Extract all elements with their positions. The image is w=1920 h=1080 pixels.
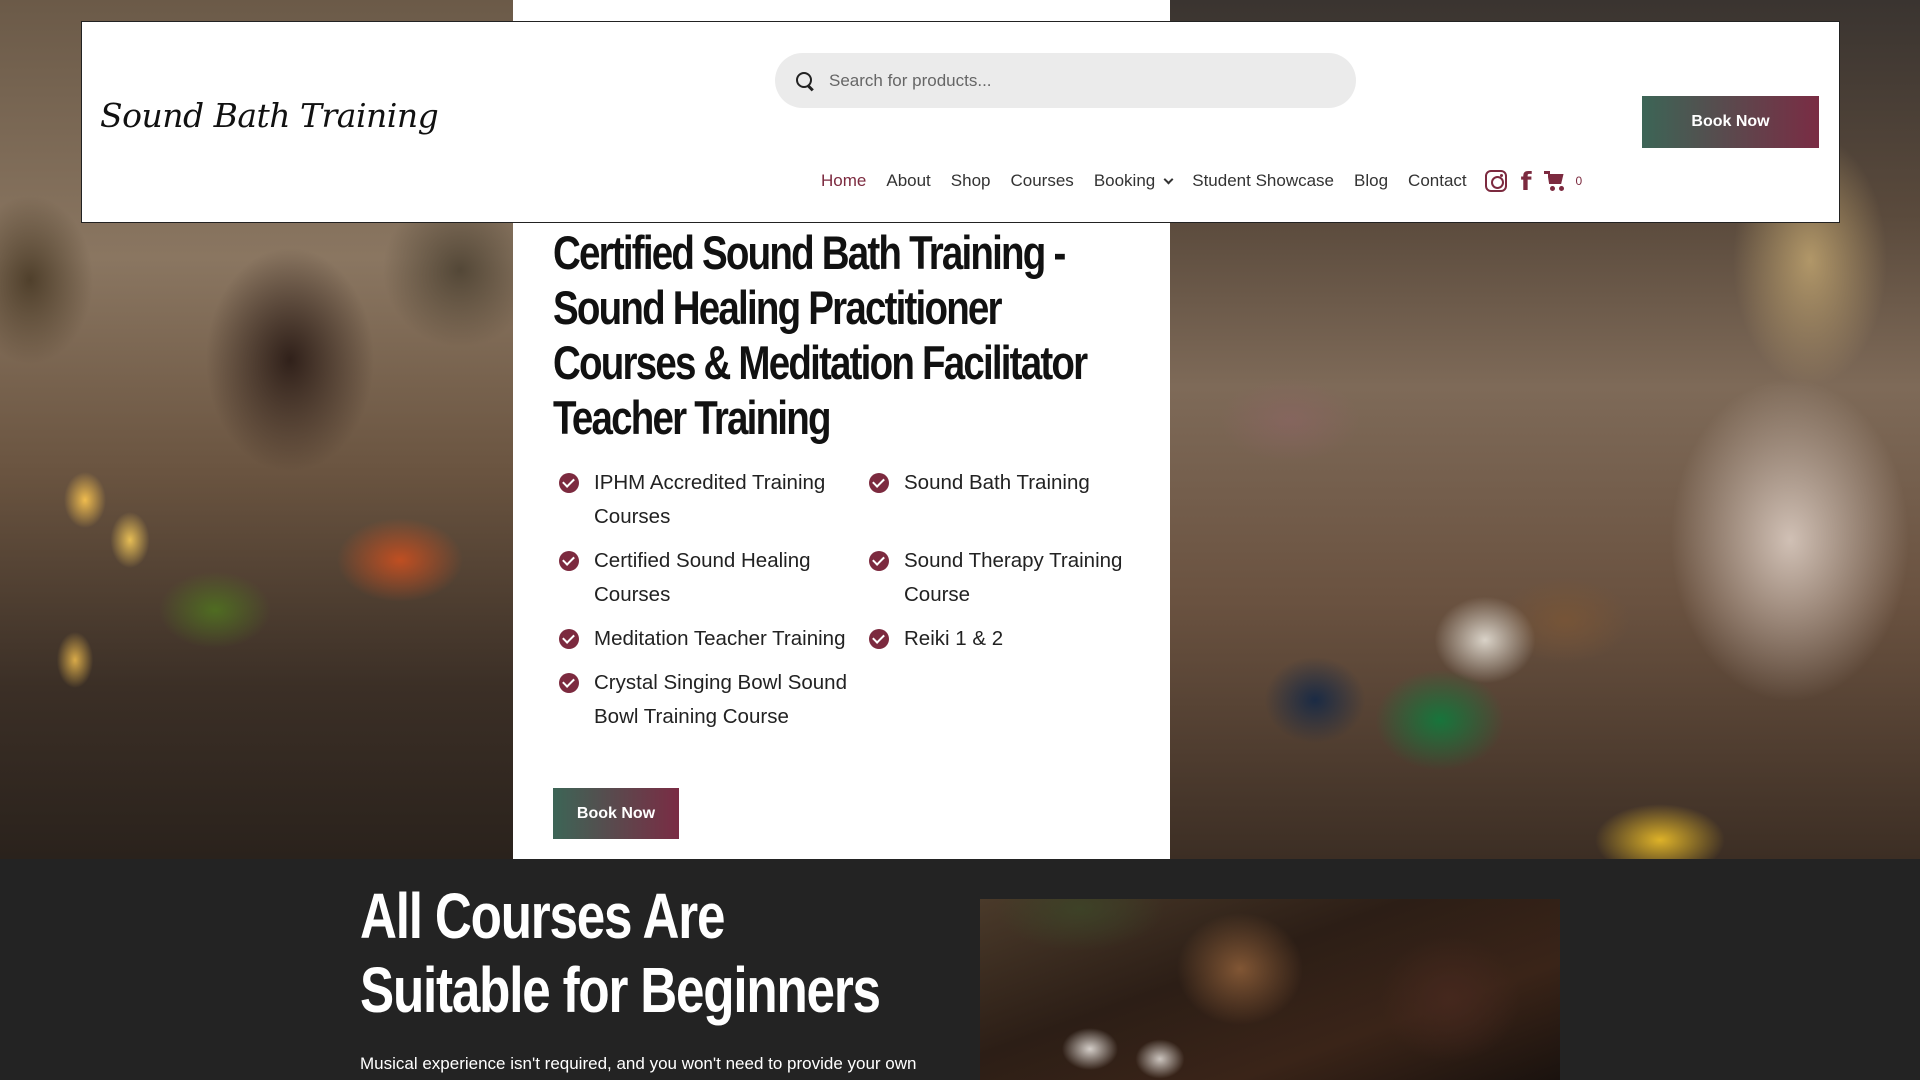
hero-book-now-button[interactable]: Book Now (553, 788, 679, 839)
feature-item: Crystal Singing Bowl Sound Bowl Training… (553, 666, 863, 734)
header-book-now-button[interactable]: Book Now (1642, 96, 1819, 148)
nav-booking-label: Booking (1093, 171, 1156, 190)
check-circle-icon (559, 551, 579, 571)
nav-student-showcase[interactable]: Student Showcase (1192, 171, 1334, 191)
feature-list: IPHM Accredited Training Courses Sound B… (553, 466, 1143, 734)
feature-label: Certified Sound Healing Courses (594, 549, 811, 606)
nav-about[interactable]: About (886, 171, 930, 191)
cart-count: 0 (1575, 174, 1583, 188)
feature-label: Meditation Teacher Training (594, 627, 846, 650)
nav-contact[interactable]: Contact (1408, 171, 1467, 191)
nav-shop[interactable]: Shop (951, 171, 991, 191)
search-bar (775, 53, 1356, 108)
beginners-title-line-2: Suitable for Beginners (360, 954, 881, 1026)
beginners-title: All Courses Are Suitable for Beginners (360, 879, 968, 1027)
feature-item: IPHM Accredited Training Courses (553, 466, 863, 534)
feature-item: Reiki 1 & 2 (863, 622, 1143, 656)
feature-label: Crystal Singing Bowl Sound Bowl Training… (594, 671, 847, 728)
chevron-down-icon (1163, 174, 1174, 184)
beginners-title-line-1: All Courses Are (360, 880, 725, 952)
feature-item: Sound Therapy Training Course (863, 544, 1143, 612)
social-links: f 0 (1484, 169, 1583, 194)
check-circle-icon (869, 473, 889, 493)
site-header: Sound Bath Training Book Now Home About … (81, 21, 1840, 223)
cart-icon[interactable] (1543, 171, 1566, 191)
feature-item: Meditation Teacher Training (553, 622, 863, 656)
nav-blog[interactable]: Blog (1354, 171, 1388, 191)
feature-item: Certified Sound Healing Courses (553, 544, 863, 612)
check-circle-icon (559, 473, 579, 493)
search-icon[interactable] (795, 71, 815, 91)
nav-booking[interactable]: Booking (1093, 171, 1174, 191)
check-circle-icon (559, 629, 579, 649)
instagram-icon[interactable] (1484, 170, 1507, 192)
beginners-image (980, 899, 1560, 1080)
nav-home[interactable]: Home (821, 171, 866, 191)
nav-courses[interactable]: Courses (1011, 171, 1074, 191)
feature-label: Sound Bath Training (904, 471, 1090, 494)
feature-label: IPHM Accredited Training Courses (594, 471, 826, 528)
feature-item: Sound Bath Training (863, 466, 1143, 534)
hero-title: Certified Sound Bath Training - Sound He… (553, 226, 1088, 444)
beginners-text: Musical experience isn't required, and y… (360, 1054, 917, 1073)
facebook-icon[interactable]: f (1521, 169, 1532, 194)
beginners-section: All Courses Are Suitable for Beginners M… (0, 859, 1920, 1080)
search-input[interactable] (829, 70, 1309, 91)
main-nav: Home About Shop Courses Booking Student … (821, 164, 1582, 198)
check-circle-icon (559, 673, 579, 693)
check-circle-icon (869, 629, 889, 649)
feature-label: Sound Therapy Training Course (904, 549, 1123, 606)
check-circle-icon (869, 551, 889, 571)
feature-label: Reiki 1 & 2 (904, 627, 1004, 650)
site-logo[interactable]: Sound Bath Training (100, 96, 439, 135)
